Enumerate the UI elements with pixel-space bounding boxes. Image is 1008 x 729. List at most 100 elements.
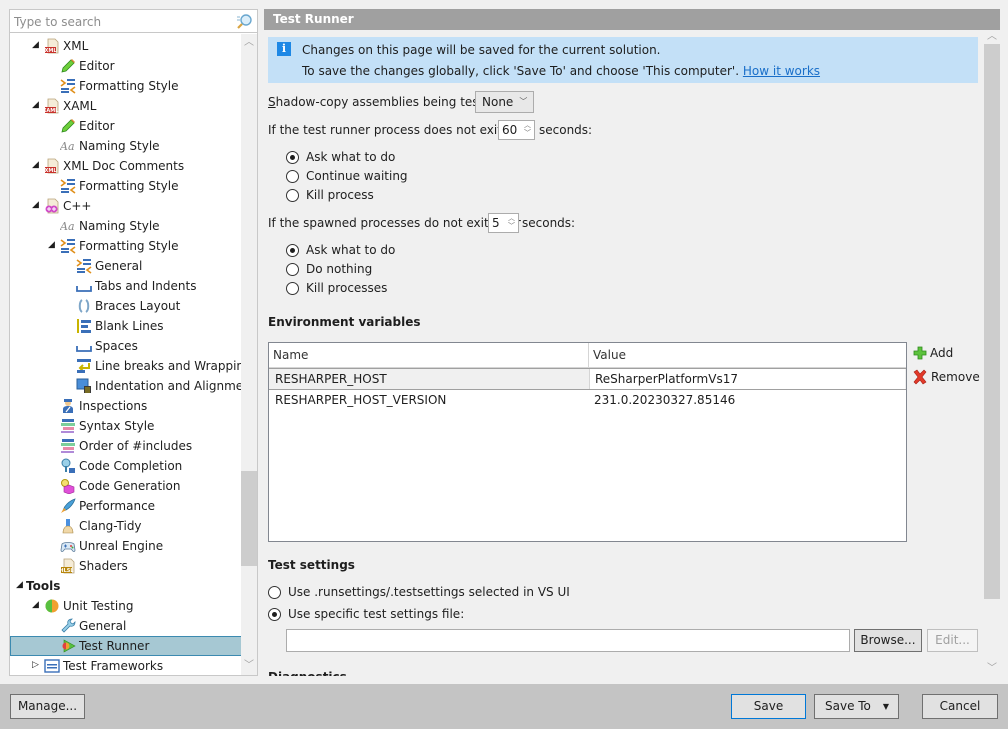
tree-item-test-runner[interactable]: Test Runner xyxy=(10,636,242,656)
tree-item-label: Tools xyxy=(26,579,61,593)
radio-checked-icon[interactable] xyxy=(286,150,299,164)
tree-item-naming-style[interactable]: Aa Naming Style xyxy=(10,216,242,236)
tree-item-spaces[interactable]: Spaces xyxy=(10,336,242,356)
search-input[interactable] xyxy=(14,13,229,30)
radio-unchecked-icon[interactable] xyxy=(286,281,299,295)
tree-item-code-generation[interactable]: Code Generation xyxy=(10,476,242,496)
spawned-timeout-option-ask-what-to-do[interactable]: Ask what to do xyxy=(286,242,395,258)
spawned-timeout-option-kill-processes[interactable]: Kill processes xyxy=(286,280,387,296)
cell-name[interactable]: RESHARPER_HOST_VERSION xyxy=(275,392,446,408)
column-header-value[interactable]: Value xyxy=(588,343,906,368)
test-settings-option-use-runsettings-testsettings-selected-in-vs-ui[interactable]: Use .runsettings/.testsettings selected … xyxy=(268,584,570,600)
tree-item-general[interactable]: General xyxy=(10,256,242,276)
radio-unchecked-icon[interactable] xyxy=(286,188,299,202)
tree-item-shaders[interactable]: HLSL Shaders xyxy=(10,556,242,576)
edit-button[interactable]: Edit... xyxy=(927,629,978,652)
tree-item-label: Spaces xyxy=(95,339,138,353)
hlsl-file-icon: HLSL xyxy=(59,558,76,574)
tree-item-line-breaks-and-wrapping[interactable]: Line breaks and Wrapping xyxy=(10,356,242,376)
tree-item-general[interactable]: General xyxy=(10,616,242,636)
cell-value[interactable]: 231.0.20230327.85146 xyxy=(589,392,905,408)
table-row[interactable]: RESHARPER_HOST_VERSION 231.0.20230327.851… xyxy=(269,390,906,412)
tree-item-editor[interactable]: Editor xyxy=(10,116,242,136)
tree-item-inspections[interactable]: Inspections xyxy=(10,396,242,416)
remove-variable-button[interactable]: Remove xyxy=(912,369,980,385)
expanded-arrow-icon[interactable]: ◢ xyxy=(32,601,41,610)
tree-item-syntax-style[interactable]: Syntax Style xyxy=(10,416,242,436)
radio-unchecked-icon[interactable] xyxy=(286,169,299,183)
cancel-button[interactable]: Cancel xyxy=(922,694,998,719)
settings-content: i Changes on this page will be saved for… xyxy=(264,30,984,676)
tree-item-clang-tidy[interactable]: Clang-Tidy xyxy=(10,516,242,536)
cell-name[interactable]: RESHARPER_HOST xyxy=(275,371,387,387)
manage-button[interactable]: Manage... xyxy=(10,694,85,719)
add-variable-button[interactable]: Add xyxy=(913,346,953,360)
caret-down-icon[interactable]: ▼ xyxy=(883,695,889,718)
browse-button[interactable]: Browse... xyxy=(854,629,922,652)
tree-item-formatting-style[interactable]: Formatting Style xyxy=(10,76,242,96)
tree-scrollbar-thumb[interactable] xyxy=(241,471,257,566)
content-scrollbar-thumb[interactable] xyxy=(984,44,1000,599)
expanded-arrow-icon[interactable]: ◢ xyxy=(32,101,41,110)
radio-unchecked-icon[interactable] xyxy=(268,585,281,599)
radio-checked-icon[interactable] xyxy=(286,243,299,257)
tree-item-xml-doc-comments[interactable]: ◢ XML XML Doc Comments xyxy=(10,156,242,176)
table-row[interactable]: RESHARPER_HOST ReSharperPlatformVs17 xyxy=(269,368,906,390)
content-scrollbar[interactable]: ︿ ﹀ xyxy=(984,30,1000,676)
collapsed-arrow-icon[interactable]: ▷ xyxy=(32,661,41,670)
cell-value[interactable]: ReSharperPlatformVs17 xyxy=(589,369,905,389)
save-button[interactable]: Save xyxy=(731,694,806,719)
expanded-arrow-icon[interactable]: ◢ xyxy=(48,241,57,250)
search-icon[interactable] xyxy=(236,13,253,30)
tree-item-c[interactable]: ◢ C++ xyxy=(10,196,242,216)
tree-item-xml[interactable]: ◢ XML XML xyxy=(10,36,242,56)
diagnostics-section-title: Diagnostics xyxy=(268,670,347,676)
tree-item-unit-testing[interactable]: ◢ Unit Testing xyxy=(10,596,242,616)
column-header-name[interactable]: Name xyxy=(269,343,588,368)
tree-item-xaml[interactable]: ◢ XAML XAML xyxy=(10,96,242,116)
spawned-timeout-value: 5 xyxy=(492,216,500,230)
runner-timeout-stepper[interactable]: 60 ︿ ﹀ xyxy=(498,120,535,140)
tree-item-order-of-includes[interactable]: Order of #includes xyxy=(10,436,242,456)
info-line-1: Changes on this page will be saved for t… xyxy=(302,43,661,57)
spawned-timeout-option-do-nothing[interactable]: Do nothing xyxy=(286,261,372,277)
radio-checked-icon[interactable] xyxy=(268,607,281,621)
gamepad-icon xyxy=(60,538,76,554)
tree-item-unreal-engine[interactable]: Unreal Engine xyxy=(10,536,242,556)
search-box xyxy=(10,10,257,33)
spawned-timeout-stepper[interactable]: 5 ︿ ﹀ xyxy=(488,213,519,233)
scroll-up-icon[interactable]: ︿ xyxy=(244,38,254,48)
expanded-arrow-icon[interactable]: ◢ xyxy=(32,201,41,210)
tree-item-tools[interactable]: ◢ Tools xyxy=(10,576,242,596)
tree-item-formatting-style[interactable]: ◢ Formatting Style xyxy=(10,236,242,256)
tree-scrollbar[interactable]: ︿ ﹀ xyxy=(241,34,257,675)
tree-item-tabs-and-indents[interactable]: Tabs and Indents xyxy=(10,276,242,296)
svg-text:HLSL: HLSL xyxy=(60,568,74,574)
expanded-arrow-icon[interactable]: ◢ xyxy=(32,161,41,170)
runner-timeout-option-continue-waiting[interactable]: Continue waiting xyxy=(286,168,408,184)
tree-item-indentation-and-alignment[interactable]: Indentation and Alignment xyxy=(10,376,242,396)
stepper-arrows-icon[interactable]: ︿ ﹀ xyxy=(523,121,532,139)
tree-item-braces-layout[interactable]: Braces Layout xyxy=(10,296,242,316)
scroll-up-icon[interactable]: ︿ xyxy=(987,32,997,42)
test-settings-file-input[interactable] xyxy=(286,629,850,652)
expanded-arrow-icon[interactable]: ◢ xyxy=(32,41,41,50)
save-to-button[interactable]: Save To ▼ xyxy=(814,694,899,719)
runner-timeout-option-ask-what-to-do[interactable]: Ask what to do xyxy=(286,149,395,165)
tree-item-code-completion[interactable]: Code Completion xyxy=(10,456,242,476)
radio-unchecked-icon[interactable] xyxy=(286,262,299,276)
tree-item-test-frameworks[interactable]: ▷ Test Frameworks xyxy=(10,656,242,675)
tree-item-naming-style[interactable]: Aa Naming Style xyxy=(10,136,242,156)
tree-item-performance[interactable]: Performance xyxy=(10,496,242,516)
stepper-arrows-icon[interactable]: ︿ ﹀ xyxy=(507,214,516,232)
scroll-down-icon[interactable]: ﹀ xyxy=(244,661,254,671)
shadow-copy-dropdown[interactable]: None ﹀ xyxy=(475,91,535,113)
expanded-arrow-icon[interactable]: ◢ xyxy=(16,581,25,590)
test-settings-option-use-specific-test-settings-file[interactable]: Use specific test settings file: xyxy=(268,606,464,622)
how-it-works-link[interactable]: How it works xyxy=(743,64,820,78)
tree-item-blank-lines[interactable]: Blank Lines xyxy=(10,316,242,336)
tree-item-editor[interactable]: Editor xyxy=(10,56,242,76)
tree-item-formatting-style[interactable]: Formatting Style xyxy=(10,176,242,196)
scroll-down-icon[interactable]: ﹀ xyxy=(987,664,997,674)
runner-timeout-option-kill-process[interactable]: Kill process xyxy=(286,187,374,203)
